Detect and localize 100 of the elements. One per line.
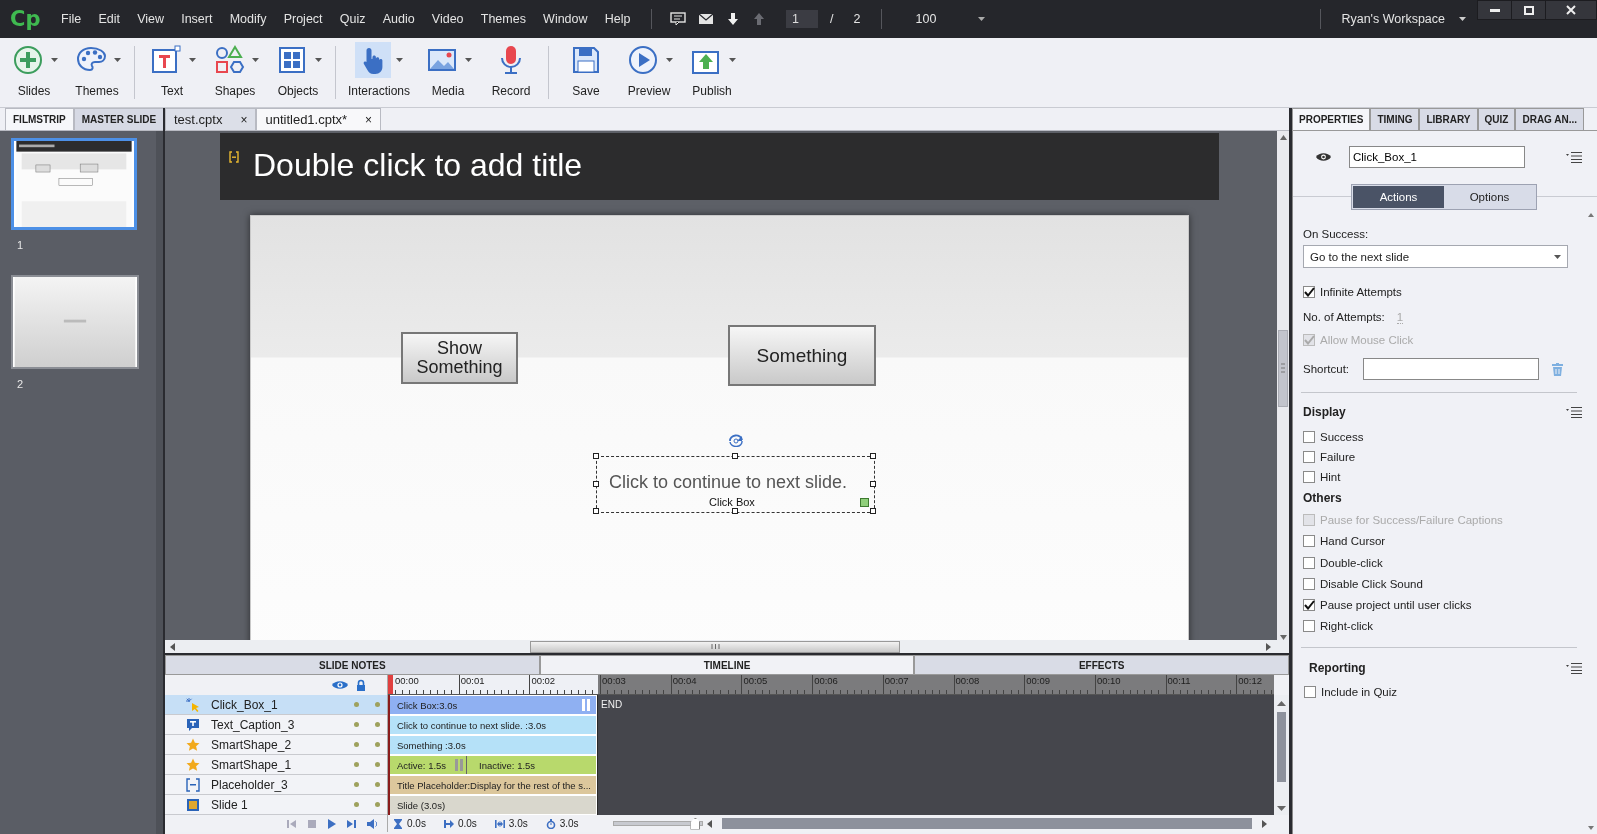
toolbar-button[interactable]: Interactions xyxy=(343,38,416,107)
slide-title[interactable]: Double click to add title xyxy=(253,147,583,184)
panel-tab[interactable]: DRAG AN... xyxy=(1515,108,1585,130)
layer-row[interactable]: SmartShape_2 xyxy=(165,735,387,755)
checkbox[interactable] xyxy=(1303,431,1315,443)
zoom-slider[interactable] xyxy=(612,817,703,830)
timeline-bar[interactable]: Active: 1.5s Inactive: 1.5s xyxy=(390,755,597,775)
slide-thumbnail[interactable] xyxy=(11,275,139,369)
timeline-bar[interactable]: Title Placeholder:Display for the rest of the s... xyxy=(390,775,597,795)
rotate-icon[interactable] xyxy=(727,433,745,447)
slide-button[interactable]: Something xyxy=(728,325,876,386)
toolbar-button[interactable]: Publish xyxy=(682,38,743,107)
resize-handle[interactable] xyxy=(870,480,876,487)
list-menu-icon[interactable] xyxy=(1566,406,1582,418)
timeline-bar[interactable]: Click to continue to next slide. :3.0s xyxy=(390,715,597,735)
menu-item[interactable]: Video xyxy=(423,12,473,26)
scroll-right-icon[interactable] xyxy=(1266,642,1271,651)
scroll-up-icon[interactable] xyxy=(1277,701,1286,706)
menu-item[interactable]: Insert xyxy=(172,12,222,26)
shortcut-field[interactable] xyxy=(1363,358,1540,380)
checkbox[interactable] xyxy=(1303,577,1315,590)
checkbox[interactable] xyxy=(1303,599,1315,612)
toolbar-button[interactable]: Objects xyxy=(268,38,328,107)
lock-icon[interactable] xyxy=(356,679,366,691)
slide-button[interactable]: Show Something xyxy=(401,332,518,384)
toolbar-button[interactable]: Record xyxy=(481,38,542,107)
minimize-button[interactable] xyxy=(1477,0,1512,20)
visibility-dot[interactable] xyxy=(354,702,359,707)
checkbox[interactable] xyxy=(1303,556,1315,569)
menu-item[interactable]: Project xyxy=(275,12,332,26)
timeline-bar[interactable]: Click Box:3.0s xyxy=(390,695,597,715)
segment-tab[interactable]: Actions xyxy=(1353,186,1444,208)
checkbox[interactable] xyxy=(1303,451,1315,463)
play-icon[interactable] xyxy=(327,818,337,829)
menu-item[interactable]: View xyxy=(128,12,173,26)
panel-tab[interactable]: TIMING xyxy=(1370,108,1420,130)
lock-dot[interactable] xyxy=(375,702,380,707)
comment-icon[interactable] xyxy=(670,12,687,26)
visibility-dot[interactable] xyxy=(354,802,359,807)
toolbar-button[interactable]: Slides xyxy=(4,38,64,107)
slider-thumb[interactable] xyxy=(690,817,701,830)
layer-row[interactable]: Click_Box_1 xyxy=(165,695,387,715)
toolbar-button[interactable]: Save xyxy=(556,38,617,107)
resize-handle[interactable] xyxy=(593,508,599,514)
name-field[interactable]: Click_Box_1 xyxy=(1349,146,1525,168)
panel-tab[interactable]: PROPERTIES xyxy=(1292,108,1371,130)
lock-dot[interactable] xyxy=(375,802,380,807)
down-arrow-icon[interactable] xyxy=(726,12,741,26)
menu-item[interactable]: Edit xyxy=(89,12,129,26)
checkbox[interactable] xyxy=(1304,686,1316,699)
visibility-dot[interactable] xyxy=(354,722,359,727)
scroll-up-icon[interactable] xyxy=(1279,135,1287,140)
toolbar-button[interactable]: Themes xyxy=(67,38,127,107)
scrollbar-thumb[interactable] xyxy=(530,640,900,653)
menu-item[interactable]: Audio xyxy=(374,12,424,26)
menu-item[interactable]: Themes xyxy=(472,12,535,26)
panel-tab[interactable]: FILMSTRIP xyxy=(5,108,74,130)
workspace-menu[interactable]: Ryan's Workspace xyxy=(1341,12,1445,26)
menu-item[interactable]: Window xyxy=(534,12,597,26)
resize-handle[interactable] xyxy=(870,453,876,459)
tab-close[interactable]: × xyxy=(240,112,248,127)
visibility-dot[interactable] xyxy=(354,782,359,787)
scroll-down-icon[interactable] xyxy=(1277,806,1286,811)
eye-icon[interactable] xyxy=(1316,152,1331,162)
lock-dot[interactable] xyxy=(375,722,380,727)
action-dropdown[interactable]: Go to the next slide xyxy=(1303,245,1568,268)
zoom-field[interactable]: 100 xyxy=(915,12,976,26)
layer-row[interactable]: Placeholder_3 xyxy=(165,775,387,795)
toolbar-button[interactable]: Shapes xyxy=(205,38,265,107)
scroll-left-icon[interactable] xyxy=(706,819,712,828)
scroll-down-icon[interactable] xyxy=(1588,826,1594,830)
list-menu-icon[interactable] xyxy=(1566,663,1582,674)
maximize-button[interactable] xyxy=(1511,0,1546,20)
list-menu-icon[interactable] xyxy=(1566,151,1582,163)
resize-handle[interactable] xyxy=(593,453,599,459)
checkbox[interactable] xyxy=(1303,286,1315,298)
lock-dot[interactable] xyxy=(375,782,380,787)
menu-item[interactable]: Modify xyxy=(221,12,276,26)
resize-handle[interactable] xyxy=(593,480,599,487)
menu-item[interactable]: Quiz xyxy=(331,12,375,26)
checkbox[interactable] xyxy=(1303,471,1315,483)
tab-close[interactable]: × xyxy=(365,112,373,127)
scroll-right-icon[interactable] xyxy=(1262,819,1267,828)
panel-tab[interactable]: LIBRARY xyxy=(1419,108,1478,130)
scrollbar-thumb[interactable] xyxy=(1278,330,1288,407)
scroll-up-icon[interactable] xyxy=(1588,213,1594,217)
layer-row[interactable]: Slide 1 xyxy=(165,795,387,815)
resize-handle[interactable] xyxy=(870,508,876,514)
menu-item[interactable]: Help xyxy=(596,12,640,26)
mail-icon[interactable] xyxy=(698,12,715,26)
page-field[interactable]: 1 xyxy=(786,10,819,28)
checkbox[interactable] xyxy=(1303,535,1315,548)
lock-dot[interactable] xyxy=(375,742,380,747)
resize-handle[interactable] xyxy=(731,508,738,514)
layer-row[interactable]: Text_Caption_3 xyxy=(165,715,387,735)
resize-handle[interactable] xyxy=(731,453,738,459)
menu-item[interactable]: File xyxy=(52,12,90,26)
scroll-left-icon[interactable] xyxy=(170,642,175,651)
panel-tab[interactable]: TIMELINE xyxy=(539,655,915,674)
timeline-bar[interactable]: Something :3.0s xyxy=(390,735,597,755)
